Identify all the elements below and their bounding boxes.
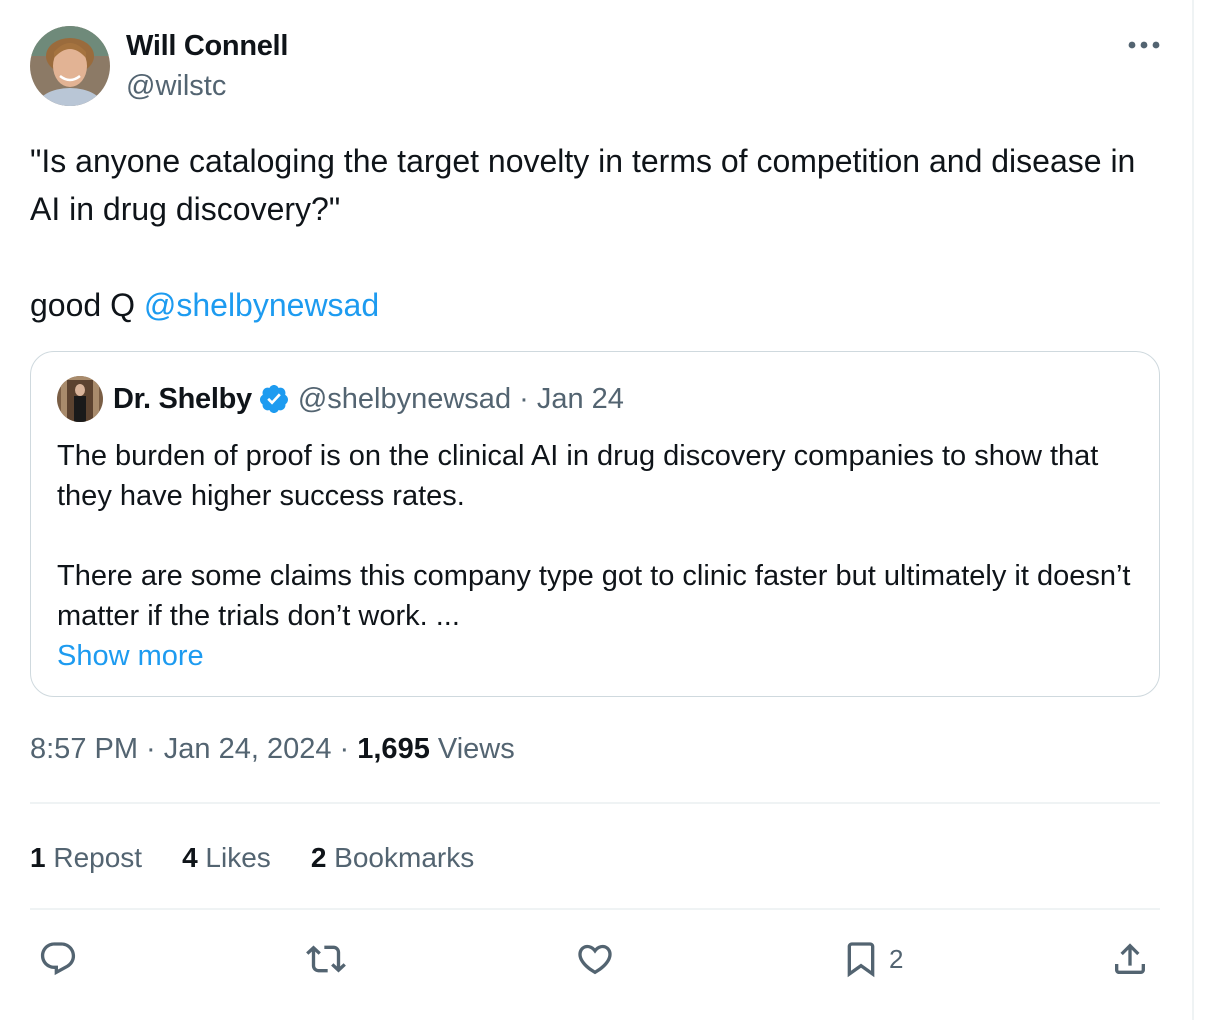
- repost-icon: [306, 945, 346, 973]
- bookmark-icon: [847, 942, 875, 978]
- more-options-icon[interactable]: [1124, 30, 1164, 60]
- timestamp-text[interactable]: 8:57 PM · Jan 24, 2024 ·: [30, 733, 357, 765]
- bookmarks-label: Bookmarks: [326, 842, 475, 873]
- author-avatar[interactable]: [30, 26, 110, 106]
- tweet-comment-text: good Q: [30, 287, 144, 323]
- views-count: 1,695: [357, 733, 430, 765]
- reposts-stat[interactable]: 1 Repost: [30, 842, 142, 874]
- likes-label: Likes: [197, 842, 271, 873]
- tweet-text: "Is anyone cataloging the target novelty…: [30, 137, 1160, 329]
- show-more-link[interactable]: Show more: [57, 636, 1137, 676]
- bookmarks-stat[interactable]: 2 Bookmarks: [311, 842, 474, 874]
- mention-link[interactable]: @shelbynewsad: [144, 287, 379, 323]
- divider: [30, 802, 1160, 804]
- tweet-timestamp: 8:57 PM · Jan 24, 2024 · 1,695 Views: [30, 733, 515, 766]
- quoted-body: The burden of proof is on the clinical A…: [57, 436, 1137, 676]
- like-button[interactable]: [575, 935, 615, 983]
- share-button[interactable]: [1110, 935, 1150, 983]
- likes-stat[interactable]: 4 Likes: [182, 842, 271, 874]
- reposts-label: Repost: [45, 842, 143, 873]
- bookmarks-count: 2: [310, 842, 327, 873]
- tweet-quote-line: "Is anyone cataloging the target novelty…: [30, 143, 1136, 227]
- quoted-header: Dr. Shelby @shelbynewsad · Jan 24: [113, 380, 624, 418]
- reply-icon: [40, 942, 76, 976]
- quoted-avatar[interactable]: [57, 376, 103, 422]
- column-border: [1192, 0, 1194, 1020]
- tweet-comment-line: good Q @shelbynewsad: [30, 281, 1160, 329]
- author-handle[interactable]: @wilstc: [126, 70, 226, 103]
- reply-button[interactable]: [38, 935, 78, 983]
- share-icon: [1115, 943, 1145, 974]
- author-name[interactable]: Will Connell: [126, 30, 288, 63]
- quoted-paragraph-1: The burden of proof is on the clinical A…: [57, 440, 1099, 512]
- likes-count: 4: [182, 842, 198, 873]
- divider: [30, 908, 1160, 910]
- quoted-tweet[interactable]: Dr. Shelby @shelbynewsad · Jan 24 The bu…: [30, 351, 1160, 697]
- verified-badge-icon: [258, 383, 290, 415]
- repost-button[interactable]: [306, 935, 346, 983]
- quoted-paragraph-2: There are some claims this company type …: [57, 560, 1131, 632]
- bookmark-button[interactable]: 2: [841, 935, 903, 983]
- quoted-author-name[interactable]: Dr. Shelby: [113, 383, 252, 416]
- engagement-stats: 1 Repost 4 Likes 2 Bookmarks: [30, 840, 514, 876]
- bookmark-count: 2: [889, 943, 904, 974]
- quoted-meta[interactable]: @shelbynewsad · Jan 24: [298, 383, 624, 416]
- reposts-count: 1: [30, 842, 46, 873]
- like-icon: [578, 944, 612, 975]
- views-label: Views: [429, 733, 515, 765]
